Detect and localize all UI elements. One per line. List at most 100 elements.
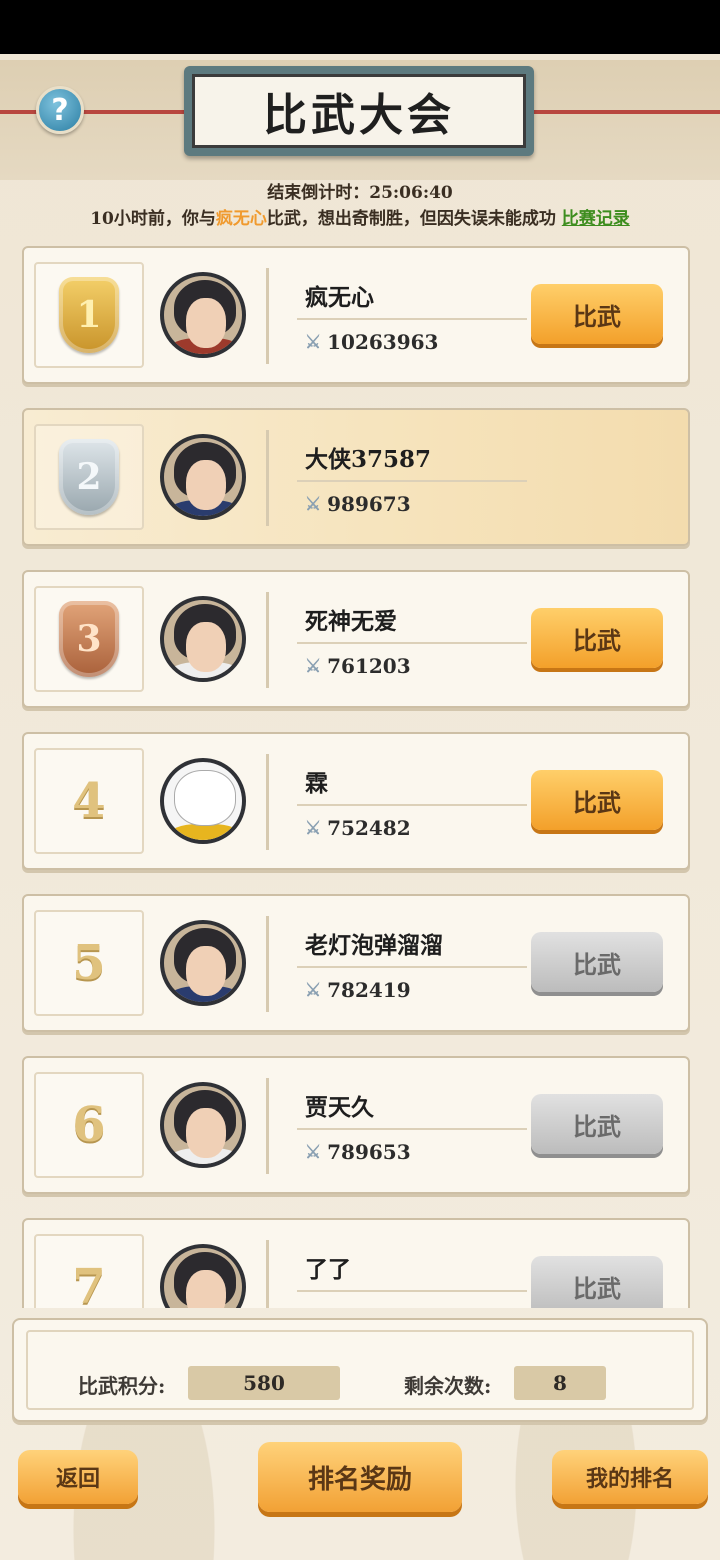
challenge-button[interactable]: 比武	[531, 770, 663, 830]
player-info: 老灯泡弹溜溜 ⚔ 782419 比武	[266, 916, 676, 1012]
combat-power: ⚔ 752482	[305, 816, 411, 840]
my-ranking-button[interactable]: 我的排名	[552, 1450, 708, 1504]
combat-power-value: 782419	[327, 978, 411, 1002]
challenge-button[interactable]: 比武	[531, 932, 663, 992]
rank-row: 3 死神无爱 ⚔ 761203 比武	[22, 570, 690, 708]
divider	[297, 966, 527, 968]
combat-power: ⚔ 789653	[305, 1140, 411, 1164]
rank-badge: 6	[34, 1072, 144, 1178]
battle-log-suffix: 比武，想出奇制胜，但因失误未能成功	[266, 209, 556, 229]
stats-panel-inner: 比武积分: 580 剩余次数: 8	[26, 1330, 694, 1410]
score-label: 比武积分:	[78, 1374, 166, 1398]
combat-power-value: 989673	[327, 492, 411, 516]
crossed-swords-icon: ⚔	[305, 1141, 322, 1163]
challenge-button[interactable]: 比武	[531, 284, 663, 344]
avatar[interactable]	[160, 758, 246, 844]
rank-badge: 1	[34, 262, 144, 368]
rank-badge: 3	[34, 586, 144, 692]
player-name: 死神无爱	[305, 608, 397, 635]
challenge-button[interactable]: 比武	[531, 1256, 663, 1308]
back-button[interactable]: 返回	[18, 1450, 138, 1504]
combat-power-value: 10263963	[327, 330, 439, 354]
player-name: 贾天久	[305, 1094, 374, 1121]
avatar-clothing	[168, 824, 242, 840]
combat-power: ⚔ 782419	[305, 978, 411, 1002]
battle-log-opponent: 疯无心	[215, 209, 267, 229]
silver-medal-icon: 2	[59, 439, 119, 515]
combat-power: ⚔ 10263963	[305, 330, 438, 354]
player-info: 疯无心 ⚔ 10263963 比武	[266, 268, 676, 364]
rank-row: 2 大侠37587 ⚔ 989673	[22, 408, 690, 546]
ranking-list[interactable]: 1 疯无心 ⚔ 10263963 比武 2 大侠37587 ⚔ 989673 3 死神无爱 ⚔ 7612…	[22, 246, 692, 1308]
rank-row: 6 贾天久 ⚔ 789653 比武	[22, 1056, 690, 1194]
help-icon[interactable]: ?	[36, 86, 84, 134]
battle-record-link[interactable]: 比赛记录	[562, 209, 630, 229]
avatar[interactable]	[160, 596, 246, 682]
divider	[297, 1128, 527, 1130]
rank-row: 5 老灯泡弹溜溜 ⚔ 782419 比武	[22, 894, 690, 1032]
avatar-face	[186, 622, 226, 672]
avatar-face	[186, 1270, 226, 1308]
combat-power: ⚔ 989673	[305, 492, 411, 516]
crossed-swords-icon: ⚔	[305, 493, 322, 515]
combat-power: ⚔ 761203	[305, 654, 411, 678]
player-info: 大侠37587 ⚔ 989673	[266, 430, 676, 526]
battle-log: 10小时前，你与疯无心比武，想出奇制胜，但因失误未能成功 比赛记录	[0, 204, 720, 229]
avatar[interactable]	[160, 1082, 246, 1168]
stats-panel: 比武积分: 580 剩余次数: 8	[12, 1318, 708, 1422]
rank-number: 5	[72, 935, 106, 991]
challenge-button[interactable]: 比武	[531, 1094, 663, 1154]
player-name: 霖	[305, 770, 328, 797]
avatar-face	[186, 946, 226, 996]
avatar-face	[186, 460, 226, 510]
avatar[interactable]	[160, 272, 246, 358]
combat-power-value: 761203	[327, 654, 411, 678]
title-plate: 比武大会	[184, 66, 534, 156]
player-info: 死神无爱 ⚔ 761203 比武	[266, 592, 676, 688]
bronze-medal-icon: 3	[59, 601, 119, 677]
rank-badge: 7	[34, 1234, 144, 1308]
divider	[297, 1290, 527, 1292]
rank-number: 4	[72, 773, 106, 829]
divider	[297, 804, 527, 806]
rank-row: 1 疯无心 ⚔ 10263963 比武	[22, 246, 690, 384]
gold-medal-icon: 1	[59, 277, 119, 353]
ranking-rewards-button[interactable]: 排名奖励	[258, 1442, 462, 1512]
divider	[297, 318, 527, 320]
combat-power-value: 752482	[327, 816, 411, 840]
avatar[interactable]	[160, 920, 246, 1006]
remaining-label: 剩余次数:	[404, 1374, 492, 1398]
challenge-button[interactable]: 比武	[531, 608, 663, 668]
rank-number: 7	[72, 1259, 106, 1308]
status-bar	[0, 0, 720, 54]
crossed-swords-icon: ⚔	[305, 817, 322, 839]
crossed-swords-icon: ⚔	[305, 979, 322, 1001]
rank-number: 6	[72, 1097, 106, 1153]
player-info: 贾天久 ⚔ 789653 比武	[266, 1078, 676, 1174]
player-info: 霖 ⚔ 752482 比武	[266, 754, 676, 850]
player-info: 了了 比武	[266, 1240, 676, 1308]
score-value: 580	[188, 1366, 340, 1400]
rank-badge: 4	[34, 748, 144, 854]
avatar[interactable]	[160, 1244, 246, 1308]
avatar-face	[186, 298, 226, 348]
rank-row: 7 了了 比武	[22, 1218, 690, 1308]
remaining-value: 8	[514, 1366, 606, 1400]
player-name: 了了	[305, 1256, 351, 1283]
combat-power-value: 789653	[327, 1140, 411, 1164]
player-name: 疯无心	[305, 284, 374, 311]
battle-log-prefix: 10小时前，你与	[90, 209, 216, 229]
countdown-timer: 结束倒计时：25:06:40	[267, 183, 453, 203]
rope-left	[0, 110, 200, 114]
avatar[interactable]	[160, 434, 246, 520]
player-name: 大侠37587	[305, 446, 432, 473]
avatar-face	[186, 1108, 226, 1158]
divider	[297, 642, 527, 644]
avatar-face	[174, 770, 236, 826]
crossed-swords-icon: ⚔	[305, 655, 322, 677]
divider	[297, 480, 527, 482]
player-name: 老灯泡弹溜溜	[305, 932, 443, 959]
rope-right	[520, 110, 720, 114]
crossed-swords-icon: ⚔	[305, 331, 322, 353]
rank-badge: 5	[34, 910, 144, 1016]
